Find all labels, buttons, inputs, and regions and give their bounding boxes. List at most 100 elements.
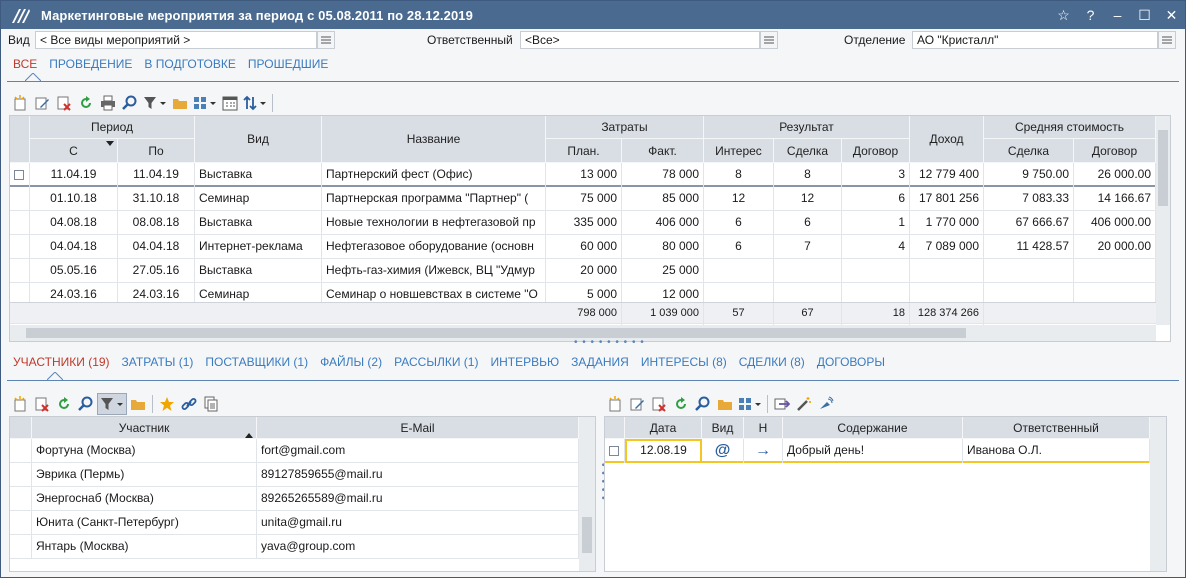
participant-row[interactable]: Янтарь (Москва) yava@group.com — [10, 535, 579, 559]
refresh-messages-icon[interactable] — [670, 393, 692, 415]
magic-wand-icon[interactable] — [793, 393, 815, 415]
tab-in-progress[interactable]: ПРОВЕДЕНИЕ — [43, 57, 138, 71]
detail-tab-7[interactable]: ИНТЕРЕСЫ (8) — [635, 355, 733, 369]
search-messages-icon[interactable] — [692, 393, 714, 415]
row-selector[interactable] — [10, 259, 30, 283]
broadcast-icon[interactable] — [815, 393, 837, 415]
participants-folder-icon[interactable] — [127, 393, 149, 415]
detail-tab-6[interactable]: ЗАДАНИЯ — [565, 355, 635, 369]
header-deal[interactable]: Сделка — [774, 139, 842, 163]
header-plan[interactable]: План. — [546, 139, 622, 163]
filter-participants-dropdown-icon[interactable] — [97, 393, 127, 415]
row-selector[interactable] — [10, 511, 32, 535]
row-selector[interactable] — [10, 163, 30, 187]
new-icon[interactable] — [9, 92, 31, 114]
event-row[interactable]: 04.04.18 04.04.18 Интернет-реклама Нефтегаз… — [10, 235, 1156, 259]
row-selector[interactable] — [10, 211, 30, 235]
refresh-icon[interactable] — [75, 92, 97, 114]
header-from[interactable]: С — [30, 139, 118, 163]
row-selector[interactable] — [10, 463, 32, 487]
header-content[interactable]: Содержание — [783, 417, 963, 439]
row-checkbox[interactable] — [609, 446, 619, 456]
cell-date[interactable]: 12.08.19 — [625, 439, 702, 463]
splitter-handle[interactable]: • • • • • • • • • — [574, 337, 645, 348]
link-icon[interactable] — [178, 393, 200, 415]
header-contract[interactable]: Договор — [842, 139, 910, 163]
department-filter-menu-icon[interactable] — [1158, 31, 1176, 49]
event-row[interactable]: 11.04.19 11.04.19 Выставка Партнерский фест… — [10, 163, 1156, 187]
row-checkbox[interactable] — [14, 170, 24, 180]
detail-tab-0[interactable]: УЧАСТНИКИ (19) — [7, 355, 116, 369]
responsible-filter-field[interactable]: <Все> — [520, 31, 760, 49]
header-message-kind[interactable]: Вид — [702, 417, 744, 439]
message-row[interactable]: 12.08.19 @ → Добрый день! Иванова О.Л. — [605, 439, 1150, 463]
new-message-icon[interactable] — [604, 393, 626, 415]
tab-all[interactable]: ВСЕ — [7, 57, 43, 71]
favorite-icon[interactable]: ☆ — [1050, 1, 1077, 29]
close-button[interactable]: ✕ — [1158, 1, 1185, 29]
header-kind[interactable]: Вид — [195, 116, 322, 163]
kind-filter-field[interactable]: < Все виды мероприятий > — [35, 31, 317, 49]
maximize-button[interactable]: ☐ — [1131, 1, 1158, 29]
sort-dropdown-icon[interactable] — [241, 92, 269, 114]
help-button[interactable]: ? — [1077, 1, 1104, 29]
kind-filter-menu-icon[interactable] — [317, 31, 335, 49]
add-participant-icon[interactable] — [9, 393, 31, 415]
row-selector[interactable] — [10, 487, 32, 511]
row-selector[interactable] — [10, 187, 30, 211]
events-vertical-scrollbar[interactable] — [1156, 116, 1170, 325]
row-selector[interactable] — [605, 439, 625, 463]
participant-row[interactable]: Эврика (Пермь) 89127859655@mail.ru — [10, 463, 579, 487]
row-selector[interactable] — [10, 535, 32, 559]
filter-dropdown-icon[interactable] — [141, 92, 169, 114]
header-avg-contract[interactable]: Договор — [1074, 139, 1156, 163]
detail-tab-8[interactable]: СДЕЛКИ (8) — [733, 355, 811, 369]
header-fact[interactable]: Факт. — [622, 139, 704, 163]
header-responsible[interactable]: Ответственный — [963, 417, 1150, 439]
header-avg-deal[interactable]: Сделка — [984, 139, 1074, 163]
messages-view-dropdown-icon[interactable] — [736, 393, 764, 415]
edit-message-icon[interactable] — [626, 393, 648, 415]
responsible-filter-menu-icon[interactable] — [760, 31, 778, 49]
header-date[interactable]: Дата — [625, 417, 702, 439]
search-participants-icon[interactable] — [75, 393, 97, 415]
delete-message-icon[interactable] — [648, 393, 670, 415]
edit-icon[interactable] — [31, 92, 53, 114]
star-icon[interactable] — [156, 393, 178, 415]
view-mode-dropdown-icon[interactable] — [191, 92, 219, 114]
header-email[interactable]: E-Mail — [257, 417, 579, 439]
header-interest[interactable]: Интерес — [704, 139, 774, 163]
participant-row[interactable]: Юнита (Санкт-Петербург) unita@gmail.ru — [10, 511, 579, 535]
calendar-icon[interactable] — [219, 92, 241, 114]
participants-vertical-scrollbar[interactable] — [579, 417, 595, 571]
messages-vertical-scrollbar[interactable] — [1150, 417, 1166, 571]
event-row[interactable]: 01.10.18 31.10.18 Семинар Партнерская прогр… — [10, 187, 1156, 211]
print-icon[interactable] — [97, 92, 119, 114]
detail-tab-4[interactable]: РАССЫЛКИ (1) — [388, 355, 484, 369]
detail-tab-9[interactable]: ДОГОВОРЫ — [811, 355, 891, 369]
refresh-participants-icon[interactable] — [53, 393, 75, 415]
minimize-button[interactable]: – — [1104, 1, 1131, 29]
header-participant[interactable]: Участник — [32, 417, 257, 439]
detail-tab-1[interactable]: ЗАТРАТЫ (1) — [116, 355, 200, 369]
row-selector[interactable] — [10, 235, 30, 259]
header-name[interactable]: Название — [322, 116, 546, 163]
delete-icon[interactable] — [53, 92, 75, 114]
search-icon[interactable] — [119, 92, 141, 114]
participant-row[interactable]: Фортуна (Москва) fort@gmail.com — [10, 439, 579, 463]
detail-tab-3[interactable]: ФАЙЛЫ (2) — [314, 355, 388, 369]
folder-icon[interactable] — [169, 92, 191, 114]
tab-in-preparation[interactable]: В ПОДГОТОВКЕ — [138, 57, 241, 71]
event-row[interactable]: 05.05.16 27.05.16 Выставка Нефть-газ-химия … — [10, 259, 1156, 283]
participant-row[interactable]: Энергоснаб (Москва) 89265265589@mail.ru — [10, 487, 579, 511]
header-direction[interactable]: Н — [744, 417, 783, 439]
detail-tab-5[interactable]: ИНТЕРВЬЮ — [484, 355, 565, 369]
delete-participant-icon[interactable] — [31, 393, 53, 415]
messages-folder-icon[interactable] — [714, 393, 736, 415]
copy-list-icon[interactable] — [200, 393, 222, 415]
header-income[interactable]: Доход — [910, 116, 984, 163]
event-row[interactable]: 04.08.18 08.08.18 Выставка Новые технологии… — [10, 211, 1156, 235]
detail-tab-2[interactable]: ПОСТАВЩИКИ (1) — [199, 355, 314, 369]
header-to[interactable]: По — [118, 139, 195, 163]
export-icon[interactable] — [771, 393, 793, 415]
